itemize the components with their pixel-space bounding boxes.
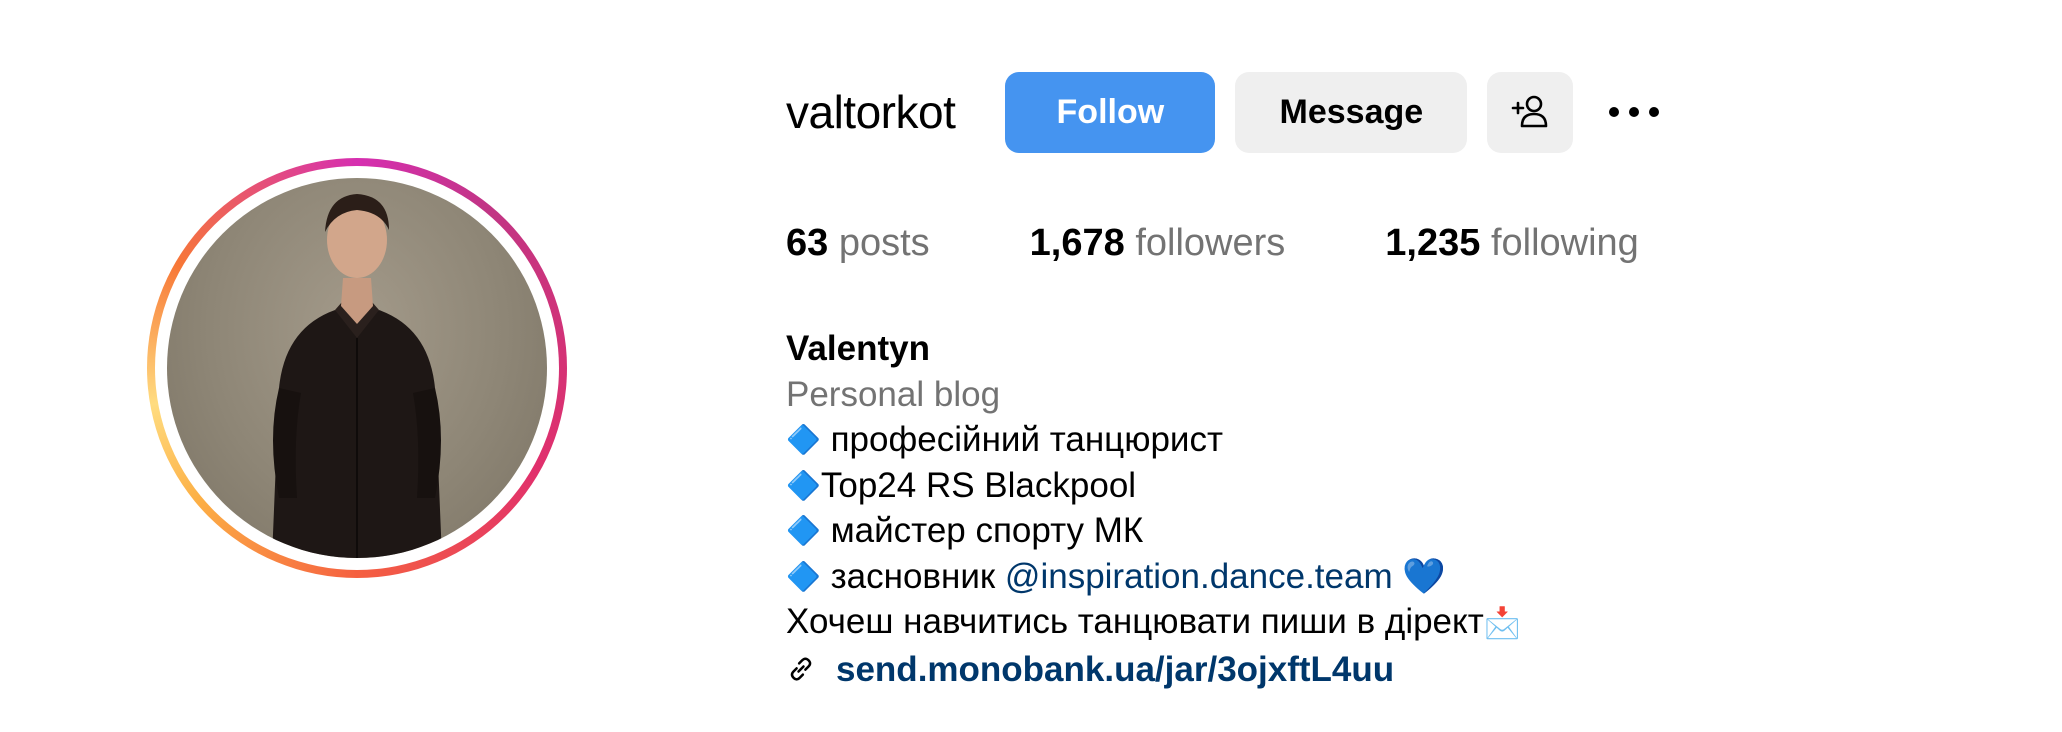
category-label: Personal blog <box>786 374 1001 414</box>
blue-diamond-icon: 🔷 <box>786 515 821 546</box>
bio-text-3: майстер спорту МК <box>820 511 1144 550</box>
blue-diamond-icon: 🔷 <box>786 424 821 455</box>
story-ring[interactable] <box>147 158 567 578</box>
more-options-icon[interactable] <box>1599 72 1669 153</box>
posts-stat: 63 posts <box>786 222 930 265</box>
bio-text-5: Хочеш навчитись танцювати пиши в дірект <box>786 602 1484 641</box>
link-icon <box>790 657 812 681</box>
bio-line-2: 🔷Top24 RS Blackpool <box>786 463 1521 509</box>
profile-stats: 63 posts 1,678 followers 1,235 following <box>786 222 1639 265</box>
avatar-gap <box>155 166 559 570</box>
avatar[interactable] <box>167 178 547 558</box>
mention-link[interactable]: @inspiration.dance.team <box>1005 557 1393 596</box>
followers-label: followers <box>1135 222 1286 264</box>
external-link-row[interactable]: send.monobank.ua/jar/3ojxftL4uu <box>786 647 1521 693</box>
bio-text-2: Top24 RS Blackpool <box>820 465 1137 505</box>
username: valtorkot <box>786 86 956 138</box>
follow-button[interactable]: Follow <box>1005 71 1216 153</box>
blue-diamond-icon: 🔷 <box>786 469 821 501</box>
suggest-accounts-button[interactable] <box>1487 71 1574 153</box>
profile-bio: Valentyn Personal blog 🔷 професійний тан… <box>786 326 1521 692</box>
profile-header: valtorkot Follow Message <box>786 70 1669 154</box>
following-stat[interactable]: 1,235 following <box>1385 222 1639 265</box>
external-link[interactable]: send.monobank.ua/jar/3ojxftL4uu <box>836 647 1394 693</box>
blue-diamond-icon: 🔷 <box>786 560 821 592</box>
posts-count: 63 <box>786 222 829 264</box>
followers-stat[interactable]: 1,678 followers <box>1030 222 1286 265</box>
bio-line-5: Хочеш навчитись танцювати пиши в дірект📩 <box>786 599 1521 647</box>
envelope-icon: 📩 <box>1483 607 1522 640</box>
add-user-icon <box>1512 95 1548 128</box>
posts-label: posts <box>838 222 930 264</box>
display-name: Valentyn <box>786 329 930 368</box>
bio-line-3: 🔷 майстер спорту МК <box>786 508 1521 554</box>
following-label: following <box>1490 222 1639 264</box>
message-button[interactable]: Message <box>1235 71 1468 153</box>
blue-heart-icon: 💙 <box>1392 556 1446 596</box>
following-count: 1,235 <box>1385 222 1481 264</box>
bio-text-1: професійний танцюрист <box>820 420 1223 459</box>
followers-count: 1,678 <box>1029 222 1125 264</box>
avatar-photo <box>272 194 442 558</box>
bio-text-4: засновник <box>820 556 1005 596</box>
bio-line-4: 🔷 засновник @inspiration.dance.team 💙 <box>786 554 1521 600</box>
bio-line-1: 🔷 професійний танцюрист <box>786 417 1521 463</box>
